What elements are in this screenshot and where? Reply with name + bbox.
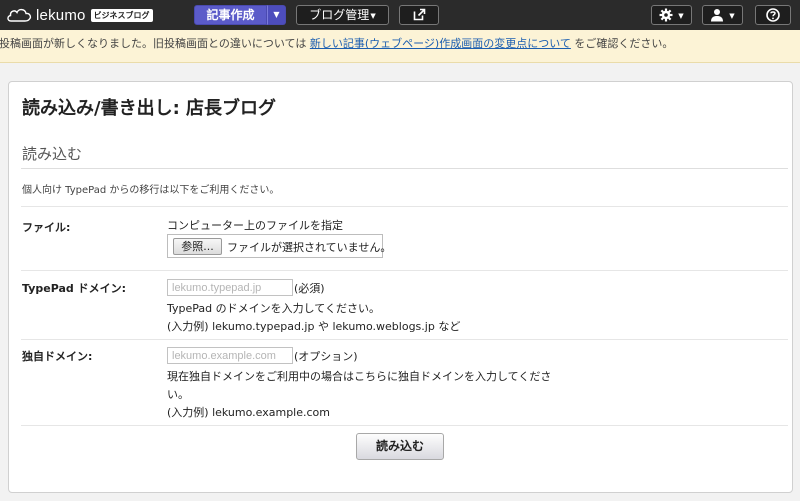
brand-badge: ビジネスブログ [90,8,153,22]
typepad-domain-label: TypePad ドメイン: [22,282,126,295]
custom-domain-description: 現在独自ドメインをご利用中の場合はこちらに独自ドメインを入力してくださ [167,370,552,383]
compose-button-group: 記事作成 ▼ [194,5,286,25]
help-icon [766,7,780,22]
typepad-domain-description: TypePad のドメインを入力してください。 [167,302,380,315]
section-title: 読み込む [22,145,83,163]
import-submit-button[interactable]: 読み込む [356,433,444,460]
caret-down-icon: ▼ [273,10,280,19]
notice-text: 投稿画面が新しくなりました。旧投稿画面との違いについては [0,37,307,50]
custom-domain-label: 独自ドメイン: [22,350,93,363]
divider [21,339,788,340]
custom-domain-description-cont: い。 [167,388,189,401]
top-navigation-bar: lekumo ビジネスブログ 記事作成 ▼ ブログ管理▼ ▼ ▼ [0,0,800,30]
external-link-icon [413,8,426,22]
compose-dropdown-button[interactable]: ▼ [267,5,286,25]
divider [21,206,788,207]
blog-management-menu-button[interactable]: ブログ管理▼ [296,5,389,25]
settings-menu-button[interactable]: ▼ [651,5,692,25]
file-label: ファイル: [22,221,71,234]
user-menu-button[interactable]: ▼ [702,5,743,25]
import-export-panel: 読み込み/書き出し: 店長ブログ 読み込む 個人向け TypePad からの移行… [8,81,793,493]
typepad-domain-example: (入力例) lekumo.typepad.jp や lekumo.weblogs… [167,320,461,333]
divider [21,168,788,169]
user-icon [710,8,728,22]
compose-button[interactable]: 記事作成 [194,5,267,25]
cloud-logo-icon [6,7,34,23]
file-status-text: ファイルが選択されていません。 [227,241,392,254]
help-button[interactable] [755,5,791,25]
custom-domain-example: (入力例) lekumo.example.com [167,406,330,419]
typepad-domain-input[interactable] [167,279,293,296]
custom-domain-input[interactable] [167,347,293,364]
view-site-button[interactable] [399,5,439,25]
notice-banner: 投稿画面が新しくなりました。旧投稿画面との違いについては 新しい記事(ウェブペー… [0,30,800,63]
file-input[interactable]: 参照... ファイルが選択されていません。 [167,234,391,258]
notice-link[interactable]: 新しい記事(ウェブページ)作成画面の変更点について [310,37,571,50]
page-title: 読み込み/書き出し: 店長ブログ [22,98,277,119]
notice-text-end: をご確認ください。 [574,37,674,50]
intro-text: 個人向け TypePad からの移行は以下をご利用ください。 [22,185,280,196]
blog-management-label: ブログ管理 [309,8,370,22]
gear-icon [659,8,677,22]
required-note: (必須) [294,282,325,295]
optional-note: (オプション) [294,350,358,363]
caret-down-icon: ▼ [678,11,684,20]
file-hint: コンピューター上のファイルを指定 [167,219,343,232]
browse-button[interactable]: 参照... [173,238,222,255]
divider [21,270,788,271]
caret-down-icon: ▼ [729,11,735,20]
caret-down-icon: ▼ [370,11,376,20]
brand-name: lekumo [36,6,86,24]
divider [21,425,788,426]
logo[interactable]: lekumo ビジネスブログ [6,6,153,24]
